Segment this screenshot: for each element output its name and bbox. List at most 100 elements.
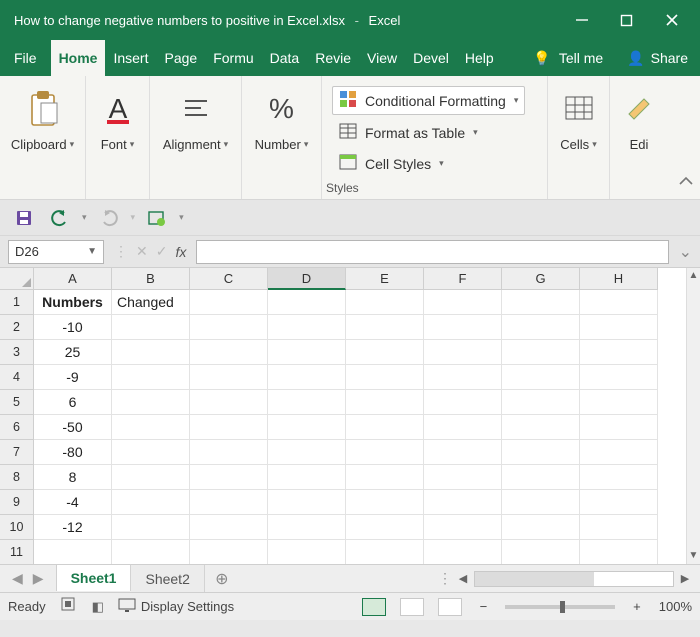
cell-F11[interactable] bbox=[424, 540, 502, 564]
cell-G2[interactable] bbox=[502, 315, 580, 340]
cell-F8[interactable] bbox=[424, 465, 502, 490]
column-header-B[interactable]: B bbox=[112, 268, 190, 290]
cell-A4[interactable]: -9 bbox=[34, 365, 112, 390]
cell-G11[interactable] bbox=[502, 540, 580, 564]
cell-B3[interactable] bbox=[112, 340, 190, 365]
page-layout-view-button[interactable] bbox=[400, 598, 424, 616]
column-header-C[interactable]: C bbox=[190, 268, 268, 290]
cell-A1[interactable]: Numbers bbox=[34, 290, 112, 315]
row-header-2[interactable]: 2 bbox=[0, 315, 34, 340]
cell-F1[interactable] bbox=[424, 290, 502, 315]
editing-group-button[interactable]: Edi bbox=[606, 82, 672, 157]
cell-H4[interactable] bbox=[580, 365, 658, 390]
cell-D9[interactable] bbox=[268, 490, 346, 515]
cell-A9[interactable]: -4 bbox=[34, 490, 112, 515]
row-header-5[interactable]: 5 bbox=[0, 390, 34, 415]
cell-styles-button[interactable]: Cell Styles ▾ bbox=[332, 150, 525, 177]
insert-function-button[interactable]: fx bbox=[175, 244, 186, 260]
conditional-formatting-button[interactable]: Conditional Formatting ▾ bbox=[332, 86, 525, 115]
cell-B2[interactable] bbox=[112, 315, 190, 340]
cell-B6[interactable] bbox=[112, 415, 190, 440]
cell-C1[interactable] bbox=[190, 290, 268, 315]
cancel-formula-button[interactable]: ✕ bbox=[136, 243, 148, 260]
close-button[interactable] bbox=[649, 0, 694, 40]
vertical-scrollbar[interactable]: ▲ ▼ bbox=[686, 268, 700, 564]
cell-C10[interactable] bbox=[190, 515, 268, 540]
cell-A7[interactable]: -80 bbox=[34, 440, 112, 465]
cells-group-button[interactable]: Cells▾ bbox=[546, 82, 612, 157]
cell-B7[interactable] bbox=[112, 440, 190, 465]
row-header-4[interactable]: 4 bbox=[0, 365, 34, 390]
cell-C11[interactable] bbox=[190, 540, 268, 564]
scroll-left-button[interactable]: ◀ bbox=[454, 572, 472, 585]
font-group-button[interactable]: A Font▾ bbox=[85, 82, 151, 157]
cell-A11[interactable] bbox=[34, 540, 112, 564]
cell-E11[interactable] bbox=[346, 540, 424, 564]
cell-A2[interactable]: -10 bbox=[34, 315, 112, 340]
cell-F5[interactable] bbox=[424, 390, 502, 415]
tab-developer[interactable]: Devel bbox=[405, 40, 457, 76]
row-header-1[interactable]: 1 bbox=[0, 290, 34, 315]
cell-E7[interactable] bbox=[346, 440, 424, 465]
cell-E10[interactable] bbox=[346, 515, 424, 540]
sheet-tab-1[interactable]: Sheet1 bbox=[56, 564, 132, 591]
cell-B10[interactable] bbox=[112, 515, 190, 540]
macro-record-icon[interactable] bbox=[60, 596, 78, 617]
column-header-A[interactable]: A bbox=[34, 268, 112, 290]
cell-B4[interactable] bbox=[112, 365, 190, 390]
cell-B9[interactable] bbox=[112, 490, 190, 515]
cell-F3[interactable] bbox=[424, 340, 502, 365]
paste-button[interactable]: Clipboard▾ bbox=[0, 82, 85, 157]
spreadsheet-grid[interactable]: ABCDEFGH 1NumbersChanged2-103254-9566-50… bbox=[0, 268, 700, 564]
cell-G5[interactable] bbox=[502, 390, 580, 415]
cell-D3[interactable] bbox=[268, 340, 346, 365]
cell-G1[interactable] bbox=[502, 290, 580, 315]
cell-D11[interactable] bbox=[268, 540, 346, 564]
tab-formulas[interactable]: Formu bbox=[205, 40, 261, 76]
cell-H2[interactable] bbox=[580, 315, 658, 340]
page-break-view-button[interactable] bbox=[438, 598, 462, 616]
cell-A6[interactable]: -50 bbox=[34, 415, 112, 440]
cell-H5[interactable] bbox=[580, 390, 658, 415]
zoom-in-button[interactable]: + bbox=[629, 599, 645, 614]
cell-G8[interactable] bbox=[502, 465, 580, 490]
column-header-G[interactable]: G bbox=[502, 268, 580, 290]
cell-A8[interactable]: 8 bbox=[34, 465, 112, 490]
row-header-3[interactable]: 3 bbox=[0, 340, 34, 365]
tab-view[interactable]: View bbox=[359, 40, 405, 76]
collapse-ribbon-button[interactable] bbox=[678, 174, 694, 195]
maximize-button[interactable] bbox=[604, 0, 649, 40]
cell-F2[interactable] bbox=[424, 315, 502, 340]
formula-input[interactable] bbox=[196, 240, 668, 264]
share-button[interactable]: 👤 Share bbox=[615, 40, 700, 76]
scroll-down-button[interactable]: ▼ bbox=[687, 548, 700, 564]
horizontal-scrollbar[interactable] bbox=[474, 571, 674, 587]
cell-E1[interactable] bbox=[346, 290, 424, 315]
cell-C3[interactable] bbox=[190, 340, 268, 365]
cell-B8[interactable] bbox=[112, 465, 190, 490]
tab-data[interactable]: Data bbox=[262, 40, 308, 76]
sheet-tab-2[interactable]: Sheet2 bbox=[131, 565, 204, 592]
cell-H6[interactable] bbox=[580, 415, 658, 440]
cell-F7[interactable] bbox=[424, 440, 502, 465]
cell-G4[interactable] bbox=[502, 365, 580, 390]
redo-button[interactable] bbox=[95, 205, 123, 231]
column-header-H[interactable]: H bbox=[580, 268, 658, 290]
cell-B5[interactable] bbox=[112, 390, 190, 415]
cell-A10[interactable]: -12 bbox=[34, 515, 112, 540]
cell-G7[interactable] bbox=[502, 440, 580, 465]
cell-A3[interactable]: 25 bbox=[34, 340, 112, 365]
column-header-F[interactable]: F bbox=[424, 268, 502, 290]
tab-file[interactable]: File bbox=[0, 40, 51, 76]
cell-F6[interactable] bbox=[424, 415, 502, 440]
row-header-7[interactable]: 7 bbox=[0, 440, 34, 465]
cell-H10[interactable] bbox=[580, 515, 658, 540]
cell-E5[interactable] bbox=[346, 390, 424, 415]
undo-button[interactable] bbox=[46, 205, 74, 231]
column-headers[interactable]: ABCDEFGH bbox=[34, 268, 658, 290]
cell-C9[interactable] bbox=[190, 490, 268, 515]
sheet-nav-next[interactable]: ▶ bbox=[33, 570, 44, 587]
row-header-8[interactable]: 8 bbox=[0, 465, 34, 490]
cell-D1[interactable] bbox=[268, 290, 346, 315]
cell-H8[interactable] bbox=[580, 465, 658, 490]
